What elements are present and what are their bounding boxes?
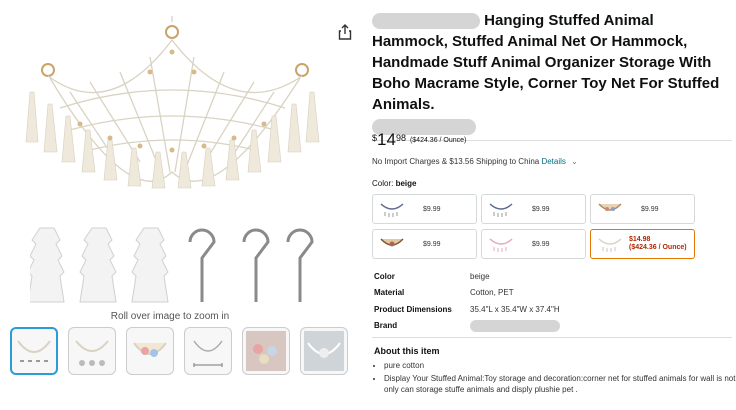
- thumbnail-3[interactable]: [126, 327, 174, 375]
- thumbnail-toys-image: [133, 342, 167, 357]
- product-specs: Color beige Material Cotton, PET Product…: [374, 268, 560, 334]
- spec-key: Material: [374, 288, 405, 298]
- thumbnail-hammock-image: [17, 340, 51, 362]
- thumbnail-strip: [10, 327, 348, 375]
- about-heading: About this item: [374, 346, 440, 356]
- thumbnail-2[interactable]: [68, 327, 116, 375]
- color-selected-value: beige: [395, 179, 417, 188]
- swatch-hammock-image: [489, 203, 513, 217]
- price-fraction: 98: [395, 133, 406, 143]
- product-title: Hanging Stuffed Animal Hammock, Stuffed …: [372, 10, 732, 115]
- spec-row-brand: Brand: [374, 318, 560, 335]
- color-option-price: $14.98: [629, 236, 651, 243]
- thumbnail-6[interactable]: [300, 327, 348, 375]
- price-whole: 14: [377, 130, 396, 149]
- spec-key: Color: [374, 271, 395, 281]
- thumbnail-room-image: [304, 331, 344, 371]
- shipping-details-link[interactable]: Details: [541, 157, 565, 166]
- shipping-text: No Import Charges & $13.56 Shipping to C…: [372, 157, 540, 166]
- zoom-hint: Roll over image to zoom in: [110, 311, 230, 322]
- color-option-price: $9.99: [423, 240, 441, 248]
- spec-value: 35.4"L x 35.4"W x 37.4"H: [470, 304, 560, 314]
- thumbnail-hammock-image: [75, 340, 109, 366]
- spec-row-dimensions: Product Dimensions 35.4"L x 35.4"W x 37.…: [374, 301, 560, 318]
- spec-row-color: Color beige: [374, 268, 560, 285]
- color-option-1[interactable]: $9.99: [372, 194, 477, 224]
- color-label: Color: beige: [372, 179, 416, 188]
- product-info: Hanging Stuffed Animal Hammock, Stuffed …: [372, 10, 732, 141]
- thumbnail-4[interactable]: [184, 327, 232, 375]
- hardware-image: [30, 227, 314, 303]
- color-option-3[interactable]: $9.99: [590, 194, 695, 224]
- swatch-hammock-image: [489, 238, 513, 252]
- color-option-6-selected[interactable]: $14.98 ($424.36 / Ounce): [590, 229, 695, 259]
- product-main-image[interactable]: [10, 12, 335, 212]
- color-option-price: $9.99: [532, 205, 550, 213]
- swatch-hammock-image: [380, 238, 404, 247]
- redacted-brand-value: [470, 319, 560, 332]
- color-option-4[interactable]: $9.99: [372, 229, 477, 259]
- color-option-2[interactable]: $9.99: [481, 194, 586, 224]
- share-icon[interactable]: [338, 24, 352, 40]
- color-option-unit-price: ($424.36 / Ounce): [629, 244, 687, 251]
- color-option-5[interactable]: $9.99: [481, 229, 586, 259]
- unit-price: ($424.36 / Ounce): [409, 137, 467, 144]
- thumbnail-room-image: [246, 331, 286, 371]
- color-option-price: $9.99: [423, 205, 441, 213]
- price-block: $ 14 98 ($424.36 / Ounce): [372, 131, 466, 149]
- selected-option-price-block: $14.98 ($424.36 / Ounce): [629, 236, 687, 252]
- color-option-price: $9.99: [641, 205, 659, 213]
- shipping-info: No Import Charges & $13.56 Shipping to C…: [372, 157, 578, 166]
- spec-value: Cotton, PET: [470, 288, 514, 298]
- color-label-text: Color:: [372, 179, 394, 188]
- thumbnail-5[interactable]: [242, 327, 290, 375]
- spec-row-material: Material Cotton, PET: [374, 285, 560, 302]
- swatch-hammock-image: [598, 203, 622, 211]
- redacted-brand-name: [372, 13, 480, 30]
- about-bullet: Display Your Stuffed Animal:Toy storage …: [384, 373, 736, 395]
- spec-key: Brand: [374, 321, 398, 331]
- spec-value: beige: [470, 271, 490, 281]
- spec-key: Product Dimensions: [374, 304, 452, 314]
- divider: [372, 337, 732, 338]
- image-gallery: Roll over image to zoom in: [0, 0, 348, 410]
- thumbnail-1[interactable]: [10, 327, 58, 375]
- swatch-hammock-image: [598, 238, 622, 252]
- color-option-price: $9.99: [532, 240, 550, 248]
- about-bullets: pure cotton Display Your Stuffed Animal:…: [374, 360, 736, 397]
- color-swatches: $9.99 $9.99 $9.99 $9.99 $9.99 $14.98 ($4…: [372, 194, 695, 259]
- thumbnail-dimensions-image: [193, 340, 223, 367]
- about-bullet: pure cotton: [384, 360, 736, 371]
- chevron-down-icon[interactable]: ⌄: [571, 157, 578, 166]
- swatch-hammock-image: [380, 203, 404, 217]
